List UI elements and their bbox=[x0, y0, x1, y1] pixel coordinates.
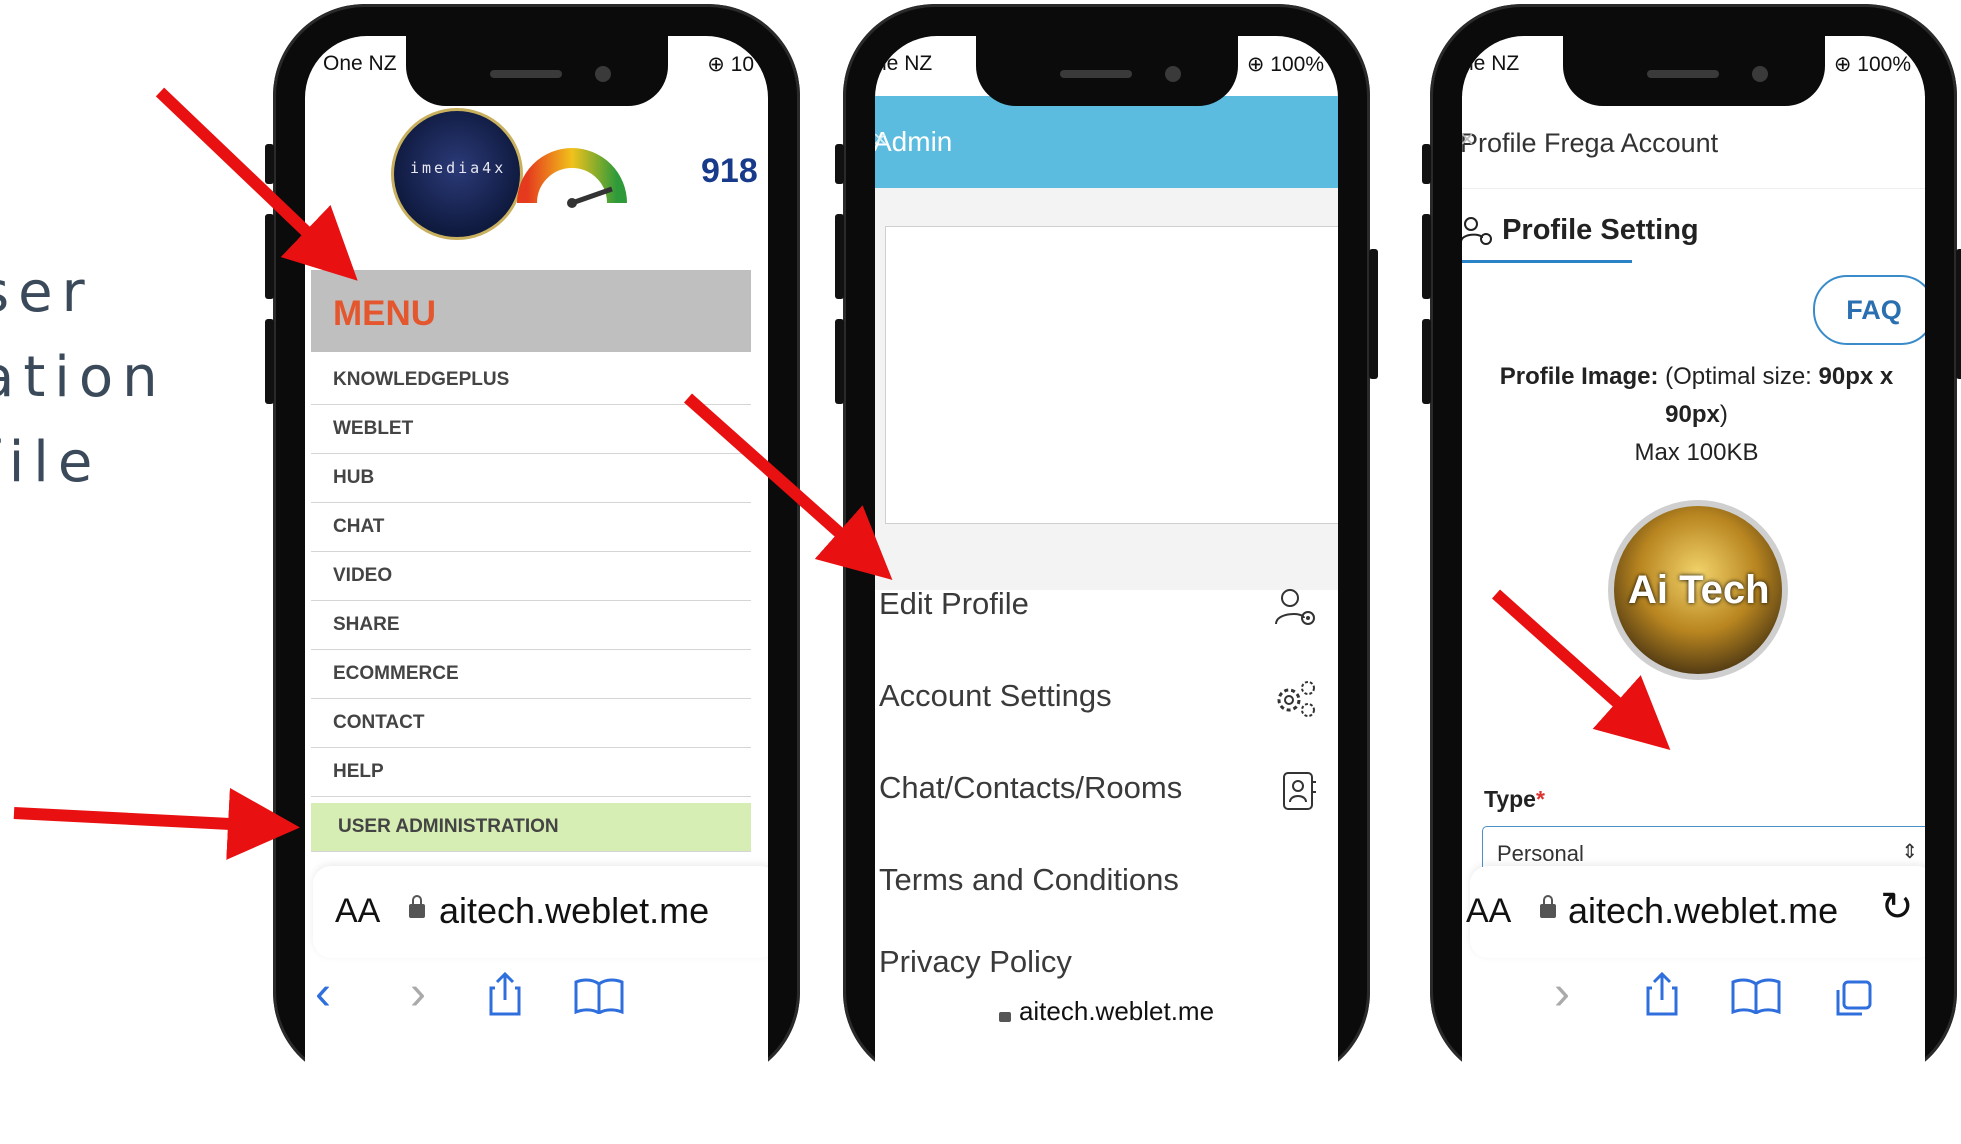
reload-icon[interactable]: ↻ bbox=[1880, 884, 1914, 930]
carrier-label: ne NZ bbox=[875, 52, 933, 75]
browser-toolbar: ‹ › bbox=[305, 966, 768, 1036]
faq-button[interactable]: FAQ bbox=[1813, 275, 1925, 345]
tabs-icon[interactable] bbox=[1834, 978, 1874, 1018]
caption-line-2: ation bbox=[0, 345, 167, 410]
arrow-to-user-admin bbox=[13, 787, 300, 860]
menu-header: MENU bbox=[311, 270, 751, 352]
max-size-label: Max 100KB bbox=[1634, 439, 1759, 466]
text-size-button[interactable]: AA bbox=[335, 892, 380, 931]
browser-toolbar: › bbox=[1462, 966, 1925, 1036]
menu-item-chat[interactable]: CHAT bbox=[311, 503, 751, 552]
bookmarks-icon[interactable] bbox=[573, 978, 625, 1014]
close-icon[interactable]: × bbox=[875, 126, 1328, 154]
share-icon[interactable] bbox=[1644, 972, 1680, 1016]
edit-profile-option[interactable]: Edit Profile bbox=[879, 586, 1029, 622]
side-caption: ser ation file bbox=[0, 250, 167, 505]
carrier-label: One NZ bbox=[323, 52, 397, 75]
phone-1-screen: One NZ ⊕ 10 imedia4x 918 MENU KNOWLEDGEP… bbox=[305, 36, 768, 1144]
profile-image-info: Profile Image: (Optimal size: 90px x 90p… bbox=[1468, 358, 1925, 472]
select-chevron-icon: ⇕ bbox=[1901, 841, 1918, 863]
user-gear-icon bbox=[1462, 217, 1492, 246]
menu-item-hub[interactable]: HUB bbox=[311, 454, 751, 503]
url-text: aitech.weblet.me bbox=[1018, 996, 1215, 1026]
tab-profile-setting[interactable]: Profile Setting bbox=[1462, 214, 1699, 247]
menu-item-user-administration[interactable]: USER ADMINISTRATION bbox=[311, 803, 751, 852]
menu-item-contact[interactable]: CONTACT bbox=[311, 699, 751, 748]
avatar-text: Ai Tech bbox=[1628, 568, 1770, 612]
type-label: Type* bbox=[1484, 786, 1545, 813]
lock-icon bbox=[1540, 895, 1556, 918]
menu-item-weblet[interactable]: WEBLET bbox=[311, 405, 751, 454]
preview-box bbox=[885, 226, 1338, 524]
menu-title: MENU bbox=[333, 294, 437, 333]
address-bar[interactable]: AA aitech.weblet.me ↻ bbox=[1466, 866, 1925, 958]
profile-image-close: ) bbox=[1719, 401, 1728, 428]
chat-contacts-rooms-option[interactable]: Chat/Contacts/Rooms bbox=[879, 770, 1182, 806]
score-gauge-icon bbox=[517, 148, 627, 208]
tab-label: Profile Setting bbox=[1502, 214, 1699, 246]
account-settings-option[interactable]: Account Settings bbox=[879, 678, 1112, 714]
url-text: aitech.weblet.me bbox=[439, 890, 710, 931]
profile-image-hint: (Optimal size: bbox=[1665, 363, 1812, 390]
gears-icon bbox=[1277, 681, 1315, 717]
caption-line-3: file bbox=[0, 430, 102, 495]
back-icon[interactable]: ‹ bbox=[315, 966, 331, 1021]
text-size-button[interactable]: AA bbox=[1466, 892, 1511, 931]
menu-item-share[interactable]: SHARE bbox=[311, 601, 751, 650]
admin-modal-header: Admin × bbox=[875, 96, 1338, 188]
battery-label: ⊕ 10 bbox=[707, 53, 754, 76]
forward-icon[interactable]: › bbox=[1554, 966, 1570, 1021]
phone-2-frame: ne NZ ⊕ 100% Admin × Edit Profile Accoun… bbox=[835, 4, 1378, 1144]
close-icon[interactable]: × bbox=[1462, 126, 1917, 154]
phone-3-frame: ne NZ ⊕ 100% Profile Frega Account × Pro… bbox=[1422, 4, 1961, 1144]
forward-icon[interactable]: › bbox=[410, 966, 426, 1021]
phone-1-frame: One NZ ⊕ 10 imedia4x 918 MENU KNOWLEDGEP… bbox=[265, 4, 800, 1144]
phone-2-screen: ne NZ ⊕ 100% Admin × Edit Profile Accoun… bbox=[875, 36, 1338, 1144]
logo-text: imedia4x bbox=[410, 159, 507, 177]
score-value: 918 bbox=[701, 152, 758, 190]
address-bar-compact[interactable]: aitech.weblet.me bbox=[875, 996, 1338, 1044]
menu-item-help[interactable]: HELP bbox=[311, 748, 751, 797]
terms-option[interactable]: Terms and Conditions bbox=[879, 862, 1179, 898]
profile-modal-header: Profile Frega Account × bbox=[1462, 96, 1925, 189]
privacy-policy-option[interactable]: Privacy Policy bbox=[879, 944, 1072, 980]
address-bar[interactable]: AA aitech.weblet.me bbox=[313, 866, 768, 958]
brand-logo[interactable]: imedia4x bbox=[391, 108, 523, 240]
profile-avatar[interactable]: Ai Tech bbox=[1608, 500, 1788, 680]
type-select-value: Personal bbox=[1497, 841, 1584, 866]
caption-line-1: ser bbox=[0, 260, 94, 325]
type-label-text: Type bbox=[1484, 786, 1536, 812]
carrier-label: ne NZ bbox=[1462, 52, 1520, 75]
contacts-book-icon bbox=[1283, 772, 1316, 810]
menu-item-ecommerce[interactable]: ECOMMERCE bbox=[311, 650, 751, 699]
battery-label: ⊕ 100% bbox=[1246, 53, 1324, 76]
share-icon[interactable] bbox=[487, 972, 523, 1016]
user-gear-icon bbox=[1275, 589, 1315, 625]
phone-3-screen: ne NZ ⊕ 100% Profile Frega Account × Pro… bbox=[1462, 36, 1925, 1144]
lock-icon bbox=[998, 1012, 1011, 1022]
required-mark: * bbox=[1535, 786, 1545, 812]
tab-active-indicator bbox=[1462, 260, 1632, 263]
lock-icon bbox=[409, 895, 425, 918]
profile-image-label: Profile Image: bbox=[1499, 363, 1659, 390]
url-text: aitech.weblet.me bbox=[1568, 890, 1839, 931]
main-menu: KNOWLEDGEPLUS WEBLET HUB CHAT VIDEO SHAR… bbox=[311, 356, 751, 852]
menu-item-knowledgeplus[interactable]: KNOWLEDGEPLUS bbox=[311, 356, 751, 405]
bookmarks-icon[interactable] bbox=[1730, 978, 1782, 1014]
battery-label: ⊕ 100% bbox=[1833, 53, 1911, 76]
menu-item-video[interactable]: VIDEO bbox=[311, 552, 751, 601]
